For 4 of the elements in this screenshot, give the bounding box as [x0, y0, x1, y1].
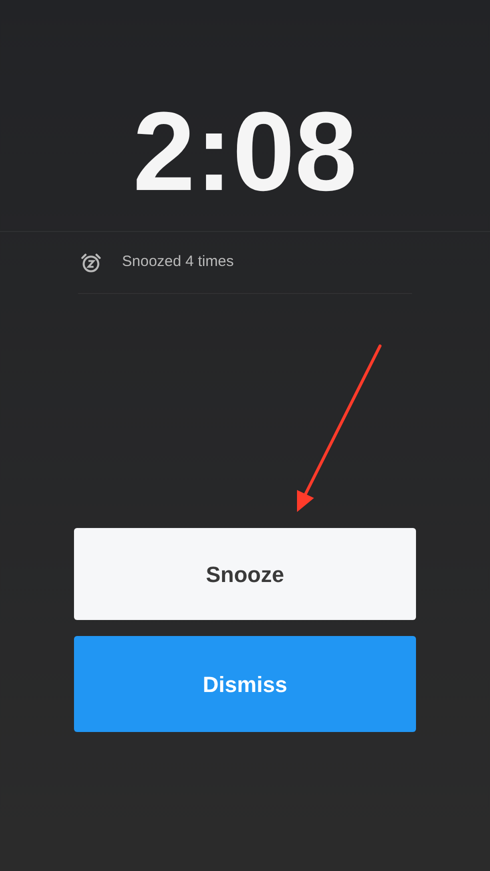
snooze-alarm-icon	[80, 252, 102, 274]
snooze-count-label: Snoozed 4 times	[122, 252, 234, 272]
snooze-button[interactable]: Snooze	[74, 528, 416, 620]
clock-time: 2:08	[132, 96, 358, 208]
